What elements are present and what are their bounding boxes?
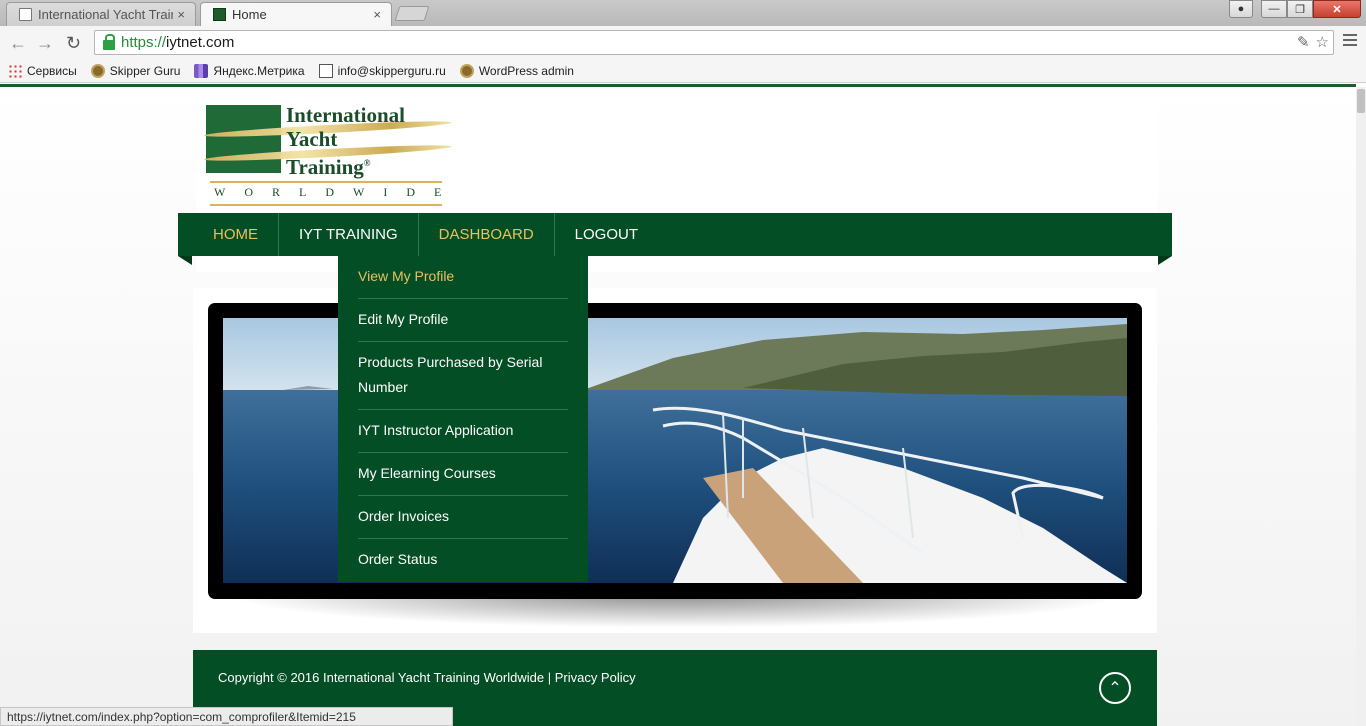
close-tab-icon[interactable]: × bbox=[373, 7, 381, 22]
scroll-to-top-icon[interactable]: ⌃ bbox=[1099, 672, 1131, 704]
mail-icon bbox=[318, 63, 333, 78]
lock-icon bbox=[103, 33, 115, 50]
scrollbar-thumb[interactable] bbox=[1357, 89, 1365, 113]
tab-home[interactable]: Home × bbox=[200, 2, 392, 26]
url-text[interactable]: https://iytnet.com bbox=[121, 34, 234, 51]
tab-title: International Yacht Trainin bbox=[38, 7, 174, 22]
browser-toolbar: ← → ↻ https://iytnet.com ✎ ☆ bbox=[0, 26, 1366, 59]
apps-grid-icon bbox=[8, 63, 22, 78]
document-icon bbox=[19, 8, 32, 21]
web-page: International Yacht Training® WORLDWIDE … bbox=[0, 87, 1356, 726]
tab-international-yacht-training[interactable]: International Yacht Trainin × bbox=[6, 2, 196, 26]
bookmark-skipper-guru[interactable]: Skipper Guru bbox=[90, 63, 181, 78]
forward-arrow-icon[interactable]: → bbox=[36, 33, 54, 54]
header: International Yacht Training® WORLDWIDE bbox=[196, 99, 1158, 212]
ship-wheel-icon bbox=[90, 63, 105, 78]
bookmarks-bar: Сервисы Skipper Guru Яндекс.Метрика info… bbox=[0, 59, 1366, 83]
logo-divider bbox=[210, 204, 442, 206]
menu-item-view-my-profile[interactable]: View My Profile bbox=[358, 256, 568, 299]
bookmark-label: Яндекс.Метрика bbox=[213, 63, 305, 78]
bookmark-label: WordPress admin bbox=[478, 63, 574, 78]
bookmark-yandex-metrika[interactable]: Яндекс.Метрика bbox=[194, 63, 305, 78]
nav-home[interactable]: HOME bbox=[178, 213, 279, 256]
tab-title: Home bbox=[232, 7, 267, 22]
menu-item-order-status[interactable]: Order Status bbox=[358, 539, 568, 581]
link-status-bar: https://iytnet.com/index.php?option=com_… bbox=[0, 707, 453, 726]
bookmark-services[interactable]: Сервисы bbox=[8, 63, 77, 78]
copyright-text[interactable]: Copyright © 2016 International Yacht Tra… bbox=[218, 670, 636, 685]
minimize-window-button[interactable]: — bbox=[1261, 0, 1287, 18]
bookmark-email[interactable]: info@skipperguru.ru bbox=[318, 63, 446, 78]
bookmark-label: Сервисы bbox=[27, 63, 77, 78]
maximize-window-button[interactable]: ❐ bbox=[1287, 0, 1313, 18]
logo-text-line: Training® bbox=[286, 155, 371, 179]
iyt-logo[interactable]: International Yacht Training® WORLDWIDE bbox=[203, 103, 454, 208]
user-profile-icon[interactable]: ● bbox=[1229, 0, 1253, 18]
browser-menu-icon[interactable] bbox=[1343, 34, 1357, 49]
menu-item-products-purchased[interactable]: Products Purchased by Serial Number bbox=[358, 342, 568, 410]
browser-tab-bar: International Yacht Trainin × Home × ● —… bbox=[0, 0, 1366, 26]
bookmark-wordpress-admin[interactable]: WordPress admin bbox=[459, 63, 574, 78]
nav-dashboard[interactable]: DASHBOARD bbox=[419, 213, 555, 256]
address-bar[interactable]: https://iytnet.com ✎ ☆ bbox=[94, 30, 1334, 55]
menu-item-instructor-application[interactable]: IYT Instructor Application bbox=[358, 410, 568, 453]
reload-icon[interactable]: ↻ bbox=[66, 33, 81, 54]
menu-item-order-invoices[interactable]: Order Invoices bbox=[358, 496, 568, 539]
nav-iyt-training[interactable]: IYT TRAINING bbox=[279, 213, 419, 256]
slider-shadow bbox=[223, 594, 1127, 628]
iyt-favicon-icon bbox=[213, 8, 226, 21]
menu-item-elearning-courses[interactable]: My Elearning Courses bbox=[358, 453, 568, 496]
bookmark-label: Skipper Guru bbox=[109, 63, 181, 78]
metrika-icon bbox=[194, 63, 209, 78]
logo-tagline: WORLDWIDE bbox=[214, 185, 461, 199]
main-navigation: HOME IYT TRAINING DASHBOARD LOGOUT bbox=[178, 213, 1172, 256]
menu-item-edit-my-profile[interactable]: Edit My Profile bbox=[358, 299, 568, 342]
translate-icon[interactable]: ✎ bbox=[1297, 33, 1310, 51]
close-tab-icon[interactable]: × bbox=[177, 7, 185, 22]
close-window-button[interactable]: ✕ bbox=[1313, 0, 1361, 18]
logo-green-square bbox=[206, 105, 281, 173]
nav-ribbon-fold bbox=[1158, 256, 1172, 265]
logo-text-line: Yacht bbox=[286, 127, 338, 151]
back-arrow-icon[interactable]: ← bbox=[9, 33, 27, 54]
bookmark-label: info@skipperguru.ru bbox=[337, 63, 446, 78]
new-tab-button[interactable] bbox=[394, 6, 430, 21]
logo-divider bbox=[210, 181, 442, 183]
bookmark-star-icon[interactable]: ☆ bbox=[1316, 33, 1329, 51]
logo-text-line: International bbox=[286, 103, 406, 127]
dashboard-dropdown-menu: View My Profile Edit My Profile Products… bbox=[338, 256, 588, 582]
ship-wheel-icon bbox=[459, 63, 474, 78]
nav-logout[interactable]: LOGOUT bbox=[555, 213, 658, 256]
vertical-scrollbar[interactable] bbox=[1356, 87, 1366, 726]
nav-ribbon-fold bbox=[178, 256, 192, 265]
